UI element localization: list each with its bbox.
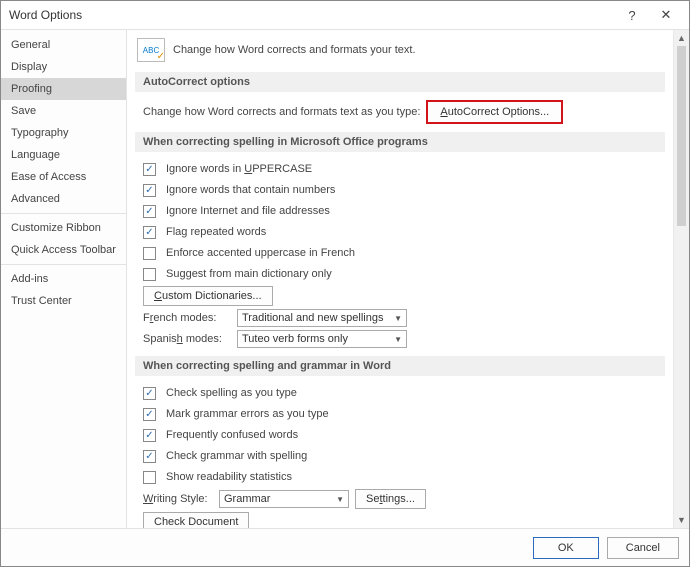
settings-button[interactable]: Settings... — [355, 489, 426, 509]
french-modes-label: French modes: — [143, 312, 231, 324]
lbl-suggest-main-dict: Suggest from main dictionary only — [166, 268, 332, 280]
chk-grammar-as-type[interactable]: ✓ — [143, 408, 156, 421]
close-button[interactable]: ✕ — [649, 7, 683, 23]
sidebar-item-typography[interactable]: Typography — [1, 122, 126, 144]
chevron-down-icon: ▼ — [336, 495, 344, 504]
word-options-dialog: Word Options ? ✕ General Display Proofin… — [0, 0, 690, 567]
dialog-footer: OK Cancel — [1, 528, 689, 566]
french-modes-value: Traditional and new spellings — [242, 312, 383, 324]
sidebar-item-general[interactable]: General — [1, 34, 126, 56]
check-icon: ✓ — [157, 51, 165, 62]
cancel-button[interactable]: Cancel — [607, 537, 679, 559]
help-button[interactable]: ? — [615, 8, 649, 23]
section-word-spelling: When correcting spelling and grammar in … — [135, 356, 665, 376]
chevron-down-icon: ▼ — [394, 314, 402, 323]
sidebar-item-proofing[interactable]: Proofing — [1, 78, 126, 100]
lbl-ignore-internet: Ignore Internet and file addresses — [166, 205, 330, 217]
sidebar-item-quick-access-toolbar[interactable]: Quick Access Toolbar — [1, 239, 126, 261]
writing-style-label: Writing Style: — [143, 493, 213, 505]
lbl-grammar-as-type: Mark grammar errors as you type — [166, 408, 329, 420]
lbl-spell-as-type: Check spelling as you type — [166, 387, 297, 399]
section-office-spelling: When correcting spelling in Microsoft Of… — [135, 132, 665, 152]
sidebar-item-ease-of-access[interactable]: Ease of Access — [1, 166, 126, 188]
titlebar: Word Options ? ✕ — [1, 1, 689, 29]
french-modes-select[interactable]: Traditional and new spellings ▼ — [237, 309, 407, 327]
check-document-button[interactable]: Check Document — [143, 512, 249, 528]
sidebar-item-display[interactable]: Display — [1, 56, 126, 78]
sidebar-item-save[interactable]: Save — [1, 100, 126, 122]
sidebar-item-advanced[interactable]: Advanced — [1, 188, 126, 210]
writing-style-select[interactable]: Grammar ▼ — [219, 490, 349, 508]
custom-dictionaries-button[interactable]: Custom Dictionaries... — [143, 286, 273, 306]
sidebar-item-trust-center[interactable]: Trust Center — [1, 290, 126, 312]
scroll-up-icon[interactable]: ▲ — [674, 30, 689, 46]
chk-ignore-internet[interactable]: ✓ — [143, 205, 156, 218]
dialog-title: Word Options — [9, 8, 82, 22]
scroll-down-icon[interactable]: ▼ — [674, 512, 689, 528]
lbl-readability: Show readability statistics — [166, 471, 292, 483]
chk-freq-confused[interactable]: ✓ — [143, 429, 156, 442]
scroll-thumb[interactable] — [677, 46, 686, 226]
lbl-flag-repeated: Flag repeated words — [166, 226, 266, 238]
chk-readability[interactable] — [143, 471, 156, 484]
proofing-icon: ABC ✓ — [137, 38, 165, 62]
chk-enforce-accented[interactable] — [143, 247, 156, 260]
autocorrect-options-button[interactable]: AutoCorrect Options... — [426, 100, 563, 124]
vertical-scrollbar[interactable]: ▲ ▼ — [673, 30, 689, 528]
writing-style-value: Grammar — [224, 493, 270, 505]
spanish-modes-select[interactable]: Tuteo verb forms only ▼ — [237, 330, 407, 348]
lbl-ignore-numbers: Ignore words that contain numbers — [166, 184, 335, 196]
chk-grammar-spelling[interactable]: ✓ — [143, 450, 156, 463]
ok-button[interactable]: OK — [533, 537, 599, 559]
lbl-grammar-spelling: Check grammar with spelling — [166, 450, 307, 462]
chk-ignore-uppercase[interactable]: ✓ — [143, 163, 156, 176]
intro-text: Change how Word corrects and formats you… — [173, 44, 416, 56]
lbl-enforce-accented: Enforce accented uppercase in French — [166, 247, 355, 259]
sidebar-item-customize-ribbon[interactable]: Customize Ribbon — [1, 217, 126, 239]
chevron-down-icon: ▼ — [394, 335, 402, 344]
chk-spell-as-type[interactable]: ✓ — [143, 387, 156, 400]
category-sidebar: General Display Proofing Save Typography… — [1, 30, 127, 528]
section-autocorrect: AutoCorrect options — [135, 72, 665, 92]
spanish-modes-value: Tuteo verb forms only — [242, 333, 348, 345]
spanish-modes-label: Spanish modes: — [143, 333, 231, 345]
chk-flag-repeated[interactable]: ✓ — [143, 226, 156, 239]
chk-ignore-numbers[interactable]: ✓ — [143, 184, 156, 197]
autocorrect-options-label: utoCorrect Options... — [448, 106, 550, 118]
autocorrect-prompt: Change how Word corrects and formats tex… — [143, 106, 420, 118]
sidebar-item-language[interactable]: Language — [1, 144, 126, 166]
proofing-panel: ABC ✓ Change how Word corrects and forma… — [127, 30, 673, 528]
lbl-freq-confused: Frequently confused words — [166, 429, 298, 441]
lbl-ignore-uppercase: Ignore words in UPPERCASE — [166, 163, 312, 175]
sidebar-item-add-ins[interactable]: Add-ins — [1, 268, 126, 290]
chk-suggest-main-dict[interactable] — [143, 268, 156, 281]
